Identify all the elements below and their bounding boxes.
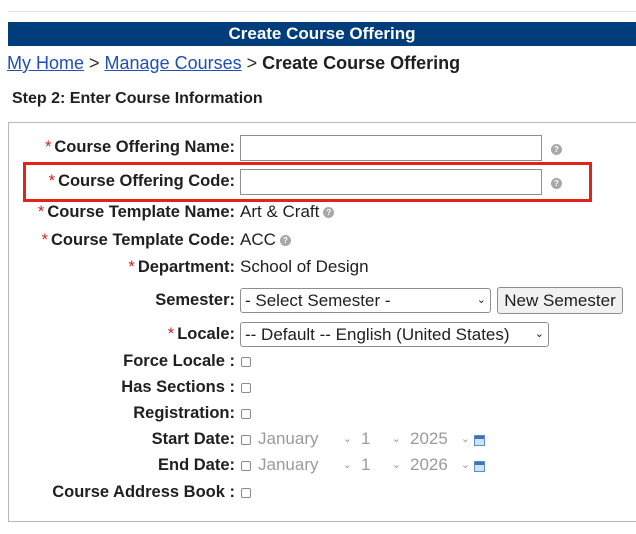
end-date-checkbox[interactable] [241,461,251,471]
required-marker: * [167,325,175,343]
page-title: Create Course Offering [8,22,636,46]
start-year-select[interactable]: 2025 ⌄ [410,427,470,451]
chevron-down-icon: ⌄ [391,459,401,471]
breadcrumb-current: Create Course Offering [262,53,461,73]
chevron-down-icon: ⌄ [534,328,544,340]
row-template-name: * Course Template Name: Art & Craft? [0,197,636,227]
chevron-down-icon: ⌄ [342,459,352,471]
breadcrumb: My Home > Manage Courses > Create Course Off… [7,52,460,74]
help-icon[interactable]: ? [551,178,562,189]
semester-select[interactable]: - Select Semester - ⌄ [240,288,491,313]
department-label: * Department: [128,258,235,276]
locale-select[interactable]: -- Default -- English (United States) ⌄ [240,322,549,347]
row-offering-name: * Course Offering Name: ? [0,132,636,162]
chevron-down-icon: ⌄ [342,433,352,445]
row-department: * Department: School of Design [0,252,636,282]
help-icon[interactable]: ? [551,144,562,155]
offering-code-input[interactable] [240,169,542,195]
registration-checkbox[interactable] [241,409,251,419]
has-sections-checkbox[interactable] [241,383,251,393]
offering-name-label: * Course Offering Name: [44,138,235,156]
address-book-label: Course Address Book : [52,483,235,501]
breadcrumb-separator: > [246,53,258,73]
end-year-select[interactable]: 2026 ⌄ [410,453,470,477]
calendar-icon[interactable] [474,461,485,472]
start-date-checkbox[interactable] [241,435,251,445]
required-marker: * [128,258,135,276]
top-divider [8,11,636,12]
help-icon[interactable]: ? [279,235,291,247]
breadcrumb-my-home-link[interactable]: My Home [7,53,84,73]
help-icon[interactable]: ? [323,207,335,219]
template-code-value: ACC? [240,225,291,255]
offering-code-label: * Course Offering Code: [48,172,235,190]
breadcrumb-separator: > [89,53,100,73]
row-template-code: * Course Template Code: ACC? [0,225,636,255]
row-offering-code: * Course Offering Code: ? [0,166,636,196]
step-heading: Step 2: Enter Course Information [12,90,263,107]
force-locale-checkbox[interactable] [241,357,251,367]
template-name-label: * Course Template Name: [37,203,235,221]
department-value: School of Design [240,257,369,276]
end-date-label: End Date: [157,456,235,474]
required-marker: * [41,231,49,249]
row-semester: Semester: - Select Semester - ⌄ New Seme… [0,285,636,315]
address-book-checkbox[interactable] [241,488,251,498]
template-code-label: * Course Template Code: [41,231,235,249]
start-day-select[interactable]: 1 ⌄ [361,427,401,451]
chevron-down-icon: ⌄ [476,294,486,306]
chevron-down-icon: ⌄ [460,433,470,445]
page: Create Course Offering My Home > Manage Co… [0,0,636,534]
semester-label: Semester: [155,291,235,309]
breadcrumb-manage-courses-link[interactable]: Manage Courses [105,53,242,73]
row-end-date: End Date: January ⌄ 1 ⌄ 2026 ⌄ [0,450,636,480]
required-marker: * [37,203,45,221]
chevron-down-icon: ⌄ [460,459,470,471]
calendar-icon[interactable] [474,435,485,446]
offering-name-input[interactable] [240,135,542,161]
row-locale: * Locale: -- Default -- English (United S… [0,319,636,349]
row-address-book: Course Address Book : [0,477,636,507]
end-day-select[interactable]: 1 ⌄ [361,453,401,477]
new-semester-button[interactable]: New Semester [497,287,623,314]
required-marker: * [48,172,56,190]
locale-label: * Locale: [167,325,235,343]
template-name-value: Art & Craft? [240,197,335,227]
end-month-select[interactable]: January ⌄ [258,453,352,477]
chevron-down-icon: ⌄ [391,433,401,445]
required-marker: * [44,138,52,156]
start-month-select[interactable]: January ⌄ [258,427,352,451]
